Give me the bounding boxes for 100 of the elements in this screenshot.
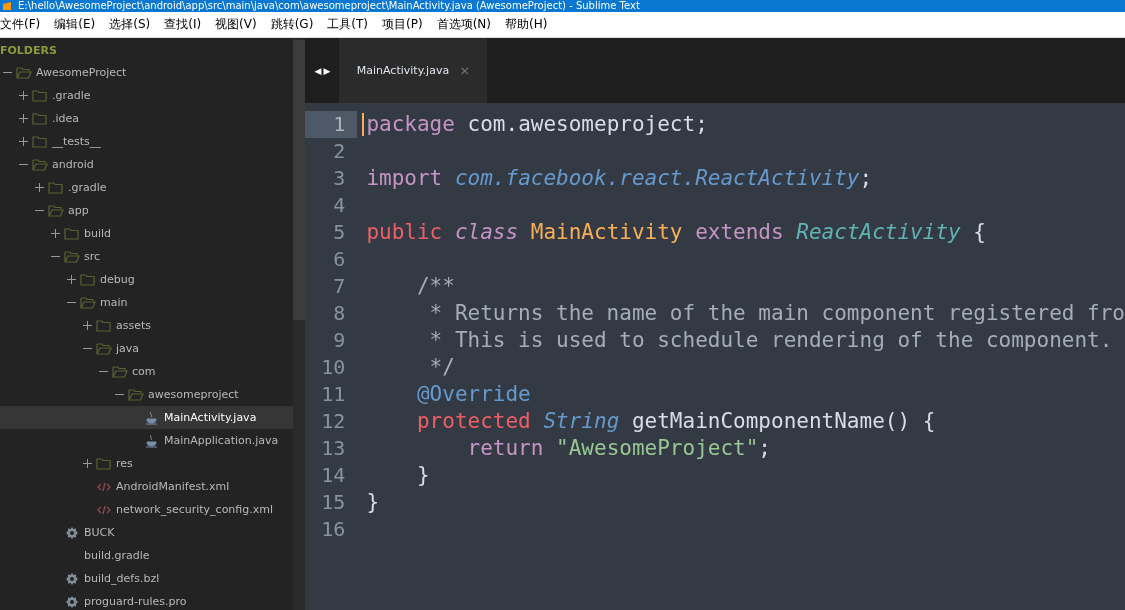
scroll-right-button[interactable]: ▶: [323, 65, 331, 76]
menu-item[interactable]: 跳转(G): [270, 16, 320, 33]
folder-name[interactable]: __tests__: [52, 135, 101, 148]
folder-name[interactable]: build: [84, 227, 112, 240]
folder-name[interactable]: com: [132, 365, 156, 378]
line-number: 2: [332, 138, 347, 165]
folder-name[interactable]: awesomeproject: [148, 388, 239, 401]
code-line: return "AwesomeProject";: [466, 436, 771, 460]
coffee-cup-icon: [144, 410, 160, 425]
menu-item[interactable]: 工具(T): [327, 16, 375, 33]
folder-icon: [64, 249, 80, 264]
line-number: 7: [332, 273, 347, 300]
line-number: 15: [320, 489, 347, 516]
tree-row-highlight[interactable]: MainApplication.java: [0, 429, 294, 452]
code-line: package com.awesomeproject;: [366, 112, 708, 136]
code-line: @Override: [415, 382, 531, 406]
line-number: 12: [320, 408, 347, 435]
menu-item[interactable]: 编辑(E): [54, 16, 102, 33]
line-number: 3: [332, 165, 347, 192]
line-number: 4: [332, 192, 347, 219]
folder-name[interactable]: AwesomeProject: [36, 66, 127, 79]
file-name[interactable]: BUCK: [84, 526, 115, 539]
folder-icon: [128, 387, 144, 402]
scrollbar-thumb[interactable]: [293, 40, 306, 320]
folder-icon: [96, 318, 112, 333]
gear-icon: [64, 525, 80, 540]
code-line: */: [428, 355, 455, 379]
folder-name[interactable]: .gradle: [68, 181, 107, 194]
app-icon: [2, 1, 12, 11]
line-number: 1: [305, 111, 358, 138]
folder-icon: [48, 203, 64, 218]
folder-name[interactable]: app: [68, 204, 89, 217]
folder-icon: [32, 111, 48, 126]
code-line: }: [366, 490, 380, 514]
folder-icon: [48, 180, 64, 195]
folder-name[interactable]: src: [84, 250, 101, 263]
tree-row-highlight[interactable]: build_defs.bzl: [0, 567, 294, 590]
scrollbar[interactable]: [293, 38, 306, 610]
folder-icon: [32, 157, 48, 172]
tree-row-highlight[interactable]: AndroidManifest.xml: [0, 475, 294, 498]
tree-row-highlight[interactable]: MainActivity.java: [0, 406, 294, 429]
sidebar-heading: FOLDERS: [0, 43, 58, 59]
file-name[interactable]: AndroidManifest.xml: [116, 480, 230, 493]
folder-name[interactable]: res: [116, 457, 133, 470]
menu-item[interactable]: 视图(V): [215, 16, 263, 33]
folder-icon: [80, 272, 96, 287]
file-name[interactable]: network_security_config.xml: [116, 503, 274, 516]
folder-icon: [32, 134, 48, 149]
text-cursor: [362, 113, 365, 136]
coffee-cup-icon: [144, 433, 160, 448]
menu-item[interactable]: 选择(S): [109, 16, 157, 33]
file-name[interactable]: proguard-rules.pro: [84, 595, 187, 608]
file-name[interactable]: MainActivity.java: [164, 411, 257, 424]
line-number: 6: [332, 246, 347, 273]
tab[interactable]: MainActivity.java ×: [339, 38, 488, 103]
folder-icon: [112, 364, 128, 379]
menu-item[interactable]: 查找(I): [164, 16, 208, 33]
folder-name[interactable]: .gradle: [52, 89, 91, 102]
line-number: 11: [320, 381, 347, 408]
folder-name[interactable]: debug: [100, 273, 135, 286]
code-line: }: [415, 463, 430, 487]
line-number: 14: [320, 462, 347, 489]
code-line: * This is used to schedule rendering of the component.: [428, 328, 1113, 352]
folder-icon: [16, 65, 32, 80]
line-number: 9: [332, 327, 347, 354]
file-name[interactable]: MainApplication.java: [164, 434, 279, 447]
folder-name[interactable]: android: [52, 158, 94, 171]
folder-icon: [80, 295, 96, 310]
gear-icon: [64, 571, 80, 586]
line-number: 10: [320, 354, 347, 381]
menu-item[interactable]: 帮助(H): [505, 16, 554, 33]
tree-row-highlight[interactable]: build.gradle: [0, 544, 294, 567]
tree-row-highlight[interactable]: BUCK: [0, 521, 294, 544]
menu-item[interactable]: 项目(P): [382, 16, 429, 33]
line-number: 13: [320, 435, 347, 462]
code-line: * Returns the name of the main component registered fro: [428, 301, 1125, 325]
tree-row-highlight[interactable]: network_security_config.xml: [0, 498, 294, 521]
tree-row-highlight[interactable]: proguard-rules.pro: [0, 590, 294, 610]
folder-name[interactable]: .idea: [52, 112, 80, 125]
code-line: public class MainActivity extends ReactActivity {: [366, 220, 986, 244]
file-name[interactable]: build.gradle: [84, 549, 150, 562]
folder-name[interactable]: java: [116, 342, 140, 355]
code-line: protected String getMainComponentName() {: [415, 409, 936, 433]
folder-icon: [64, 226, 80, 241]
file-name[interactable]: build_defs.bzl: [84, 572, 160, 585]
gear-icon: [64, 594, 80, 609]
scroll-left-button[interactable]: ◀: [314, 65, 322, 76]
line-number: 8: [332, 300, 347, 327]
menu-item[interactable]: 文件(F): [0, 16, 47, 33]
folder-icon: [96, 456, 112, 471]
code-line: /**: [415, 274, 455, 298]
folder-name[interactable]: assets: [116, 319, 151, 332]
folder-icon: [32, 88, 48, 103]
line-number: 5: [332, 219, 347, 246]
folder-name[interactable]: main: [100, 296, 128, 309]
code-line: import com.facebook.react.ReactActivity;: [366, 166, 873, 190]
folder-icon: [96, 341, 112, 356]
menu-item[interactable]: 首选项(N): [436, 16, 497, 33]
window-title: E:\hello\AwesomeProject\android\app\src\main\java\com\awesomeproject\MainActivity.java (AwesomeProject) - Sublime Text: [18, 0, 640, 12]
line-number: 16: [320, 516, 347, 543]
